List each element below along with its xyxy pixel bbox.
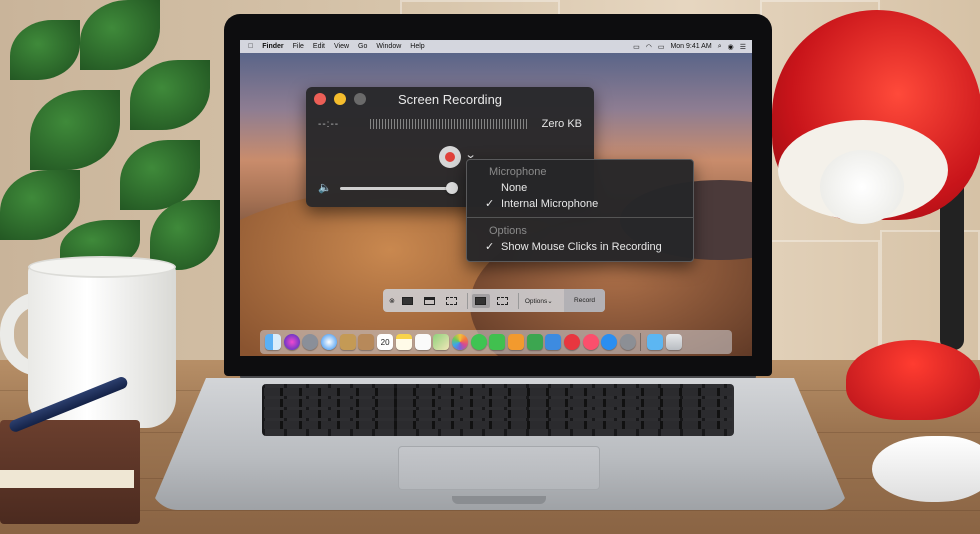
checkmark-icon: ✓ — [485, 241, 495, 253]
trash-icon[interactable] — [665, 334, 682, 350]
key-row — [264, 410, 732, 418]
finder-icon[interactable] — [265, 334, 281, 350]
plant-leaf — [80, 0, 160, 70]
trackpad — [398, 446, 600, 490]
lid-notch — [452, 496, 546, 504]
menu-help[interactable]: Help — [410, 43, 424, 50]
keynote-icon[interactable] — [545, 334, 562, 350]
screenshot-toolbar: ⊗ Options⌄ Record — [383, 289, 605, 312]
menu-edit[interactable]: Edit — [313, 43, 325, 50]
photo-scene:  Finder File Edit View Go Window Help ▭… — [0, 0, 980, 534]
record-entire-screen-button[interactable] — [471, 293, 490, 308]
close-toolbar-icon[interactable]: ⊗ — [389, 297, 395, 305]
record-button[interactable] — [439, 146, 461, 168]
dock: 20 — [260, 330, 732, 354]
toolbar-divider — [517, 292, 519, 309]
siri-menu-icon[interactable]: ◉ — [728, 43, 734, 51]
capture-selection-button[interactable] — [443, 294, 461, 308]
menu-window[interactable]: Window — [376, 43, 401, 50]
menu-file[interactable]: File — [293, 43, 304, 50]
plant-leaf — [30, 90, 120, 170]
speaker-icon: 🔈 — [318, 182, 332, 194]
music-icon[interactable] — [582, 334, 599, 350]
news-icon[interactable] — [564, 334, 580, 350]
wall-tile — [760, 240, 880, 370]
chevron-down-icon: ⌄ — [547, 297, 553, 305]
options-dropdown-menu: Microphone None ✓ Internal Microphone Opt… — [466, 159, 694, 262]
menu-item-show-mouse-clicks[interactable]: ✓ Show Mouse Clicks in Recording — [467, 239, 693, 255]
coffee-mug — [28, 262, 176, 428]
app-store-icon[interactable] — [601, 334, 618, 350]
file-size: Zero KB — [541, 118, 582, 130]
mail-icon[interactable] — [339, 334, 356, 350]
volume-slider[interactable] — [340, 187, 454, 190]
safari-icon[interactable] — [321, 334, 338, 350]
key-row — [264, 388, 732, 396]
capture-entire-screen-button[interactable] — [399, 294, 417, 308]
computer-mouse — [872, 436, 980, 502]
menu-item-mic-none[interactable]: None — [467, 180, 693, 196]
menu-finder[interactable]: Finder — [262, 43, 283, 50]
window-title: Screen Recording — [397, 92, 503, 107]
calendar-icon[interactable]: 20 — [377, 334, 394, 350]
contacts-icon[interactable] — [358, 334, 375, 350]
pages-icon[interactable] — [507, 334, 524, 350]
microphone-section-header: Microphone — [489, 166, 547, 178]
maps-icon[interactable] — [433, 334, 450, 350]
options-menu-button[interactable]: Options⌄ — [525, 297, 553, 305]
downloads-folder-icon[interactable] — [647, 334, 664, 350]
notification-center-icon[interactable]: ☰ — [740, 43, 746, 51]
wifi-icon[interactable]: ◠ — [646, 43, 652, 51]
spotlight-search-icon[interactable]: ⌕ — [718, 43, 722, 51]
menu-bar:  Finder File Edit View Go Window Help ▭… — [240, 40, 752, 53]
plant-leaf — [10, 20, 80, 80]
messages-icon[interactable] — [470, 334, 487, 350]
reminders-icon[interactable] — [414, 334, 431, 350]
facetime-icon[interactable] — [489, 334, 506, 350]
clock[interactable]: Mon 9:41 AM — [670, 43, 711, 50]
siri-icon[interactable] — [283, 334, 300, 350]
notes-icon[interactable] — [395, 334, 412, 350]
volume-slider-knob[interactable] — [446, 182, 458, 194]
numbers-icon[interactable] — [526, 334, 543, 350]
airplay-icon[interactable]: ▭ — [633, 43, 640, 51]
menu-item-internal-microphone[interactable]: ✓ Internal Microphone — [467, 196, 693, 212]
lamp-bulb — [820, 150, 904, 224]
record-capture-button[interactable]: Record — [564, 289, 605, 312]
audio-level-meter — [370, 119, 528, 129]
mug-rim — [28, 256, 176, 278]
options-section-header: Options — [489, 225, 527, 237]
dock-divider — [640, 333, 642, 351]
checkmark-icon: ✓ — [485, 198, 495, 210]
menu-go[interactable]: Go — [358, 43, 367, 50]
system-preferences-icon[interactable] — [620, 334, 637, 350]
menu-separator — [467, 217, 693, 218]
apple-menu-icon[interactable]:  — [248, 43, 253, 50]
toolbar-divider — [466, 292, 468, 309]
key-row — [264, 399, 732, 407]
battery-icon[interactable]: ▭ — [658, 43, 665, 51]
plant-leaf — [0, 170, 80, 240]
plant-leaf — [130, 60, 210, 130]
record-dot-icon — [445, 152, 455, 162]
laptop-screen:  Finder File Edit View Go Window Help ▭… — [240, 40, 752, 356]
elapsed-time: --:-- — [318, 119, 340, 130]
lamp-base — [846, 340, 980, 420]
record-selection-button[interactable] — [494, 294, 512, 308]
key-row — [264, 421, 732, 429]
notebook-pages — [0, 470, 134, 488]
capture-window-button[interactable] — [421, 294, 439, 308]
photos-icon[interactable] — [451, 334, 468, 350]
menu-view[interactable]: View — [334, 43, 349, 50]
launchpad-icon[interactable] — [302, 334, 319, 350]
